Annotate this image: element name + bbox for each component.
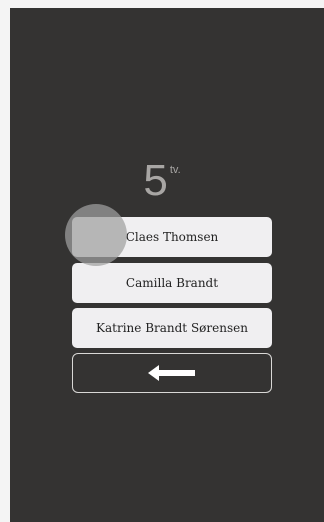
resident-name: Camilla Brandt xyxy=(125,276,219,290)
back-button[interactable] xyxy=(72,353,272,393)
arrow-left-icon xyxy=(148,365,195,381)
resident-name: Claes Thomsen xyxy=(125,230,219,244)
resident-button-katrine-brandt-sorensen[interactable]: Katrine Brandt Sørensen xyxy=(72,308,272,348)
floor-indicator: 5 tv. xyxy=(0,155,324,207)
resident-name: Katrine Brandt Sørensen xyxy=(96,321,248,335)
floor-suffix: tv. xyxy=(169,164,181,176)
resident-button-camilla-brandt[interactable]: Camilla Brandt xyxy=(72,263,272,303)
touch-indicator xyxy=(65,204,127,266)
floor-number: 5 xyxy=(143,156,168,205)
